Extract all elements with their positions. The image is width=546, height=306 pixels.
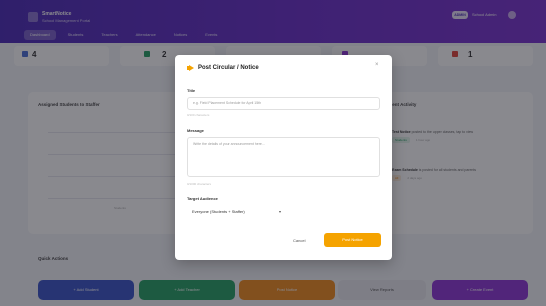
message-counter: 0/1000 characters [187,182,212,186]
audience-value: Everyone (Students + Staffer) [192,209,245,214]
modal-title: Post Circular / Notice [198,65,259,71]
message-placeholder: Write the details of your announcement h… [193,142,265,146]
submit-notice-button[interactable]: Post Notice [324,233,381,247]
title-input[interactable]: e.g. Field Placement Schedule for April … [187,97,380,110]
post-notice-modal: Post Circular / Notice × Title e.g. Fiel… [175,55,392,260]
title-placeholder: e.g. Field Placement Schedule for April … [193,101,262,105]
audience-label: Target Audience [187,196,218,201]
close-icon[interactable]: × [375,62,379,68]
message-textarea[interactable]: Write the details of your announcement h… [187,137,380,177]
chevron-down-icon: ▾ [279,209,282,214]
message-label: Message [187,128,204,133]
title-label: Title [187,88,196,93]
title-counter: 0/100 characters [187,113,210,117]
megaphone-icon [187,65,194,71]
audience-select[interactable]: Everyone (Students + Staffer) ▾ [187,205,380,218]
cancel-button[interactable]: Cancel [293,238,305,243]
